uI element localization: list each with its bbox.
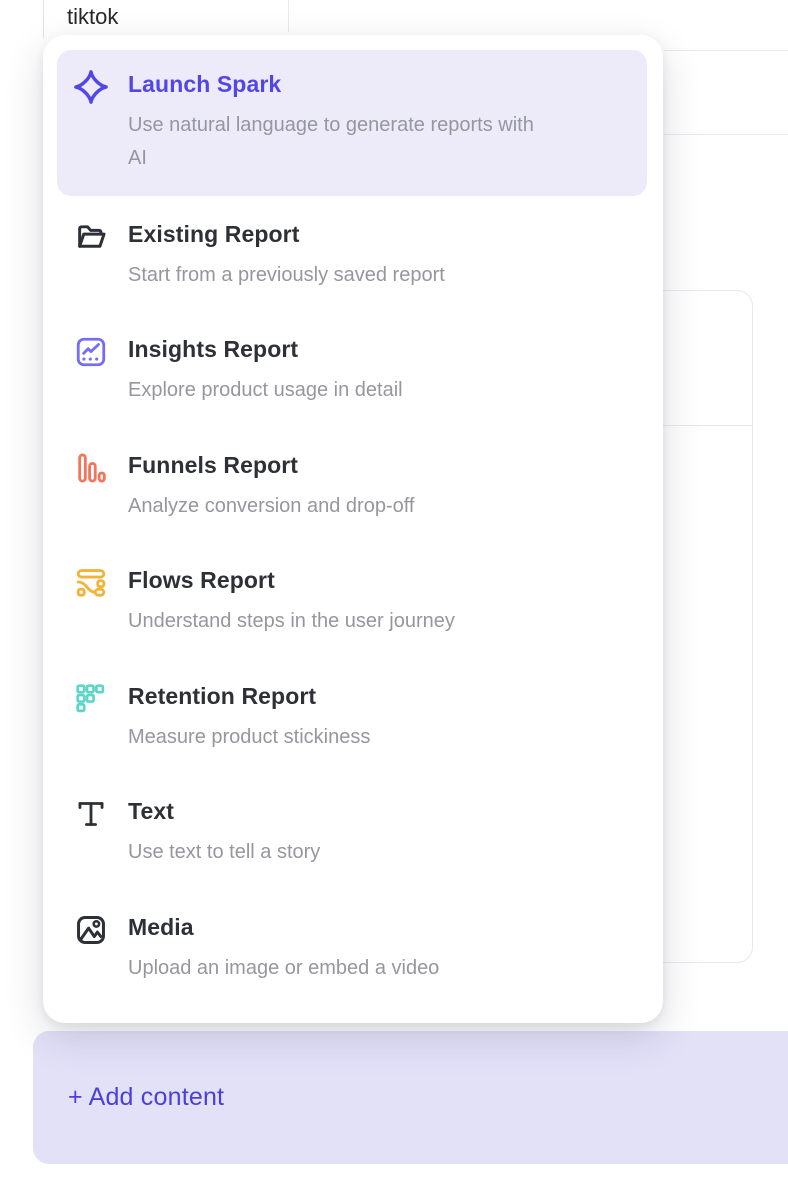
menu-item-title: Text bbox=[128, 796, 320, 826]
insights-chart-icon bbox=[73, 334, 109, 370]
menu-item-launch-spark[interactable]: Launch Spark Use natural language to gen… bbox=[73, 69, 645, 175]
menu-item-funnels-report[interactable]: Funnels Report Analyze conversion and dr… bbox=[73, 450, 645, 523]
background-column-border-2 bbox=[288, 0, 289, 32]
text-icon bbox=[73, 796, 109, 832]
menu-item-subtitle: Analyze conversion and drop-off bbox=[128, 490, 414, 523]
add-content-menu: Launch Spark Use natural language to gen… bbox=[43, 35, 663, 1023]
menu-item-subtitle: Upload an image or embed a video bbox=[128, 952, 439, 985]
menu-item-media[interactable]: Media Upload an image or embed a video bbox=[73, 912, 645, 985]
background-cell-text: tiktok bbox=[67, 2, 118, 32]
menu-item-title: Insights Report bbox=[128, 334, 403, 364]
menu-item-title: Launch Spark bbox=[128, 69, 534, 99]
menu-item-subtitle: Start from a previously saved report bbox=[128, 259, 445, 292]
add-content-button[interactable]: + Add content bbox=[33, 1031, 788, 1164]
flows-icon bbox=[73, 565, 109, 601]
background-column-border bbox=[43, 0, 44, 38]
add-content-label: + Add content bbox=[68, 1083, 224, 1112]
menu-item-subtitle: Use text to tell a story bbox=[128, 836, 320, 869]
menu-item-title: Flows Report bbox=[128, 565, 455, 595]
menu-item-subtitle: Understand steps in the user journey bbox=[128, 605, 455, 638]
media-image-icon bbox=[73, 912, 109, 948]
background-row-border-1 bbox=[664, 50, 788, 51]
menu-item-insights-report[interactable]: Insights Report Explore product usage in… bbox=[73, 334, 645, 407]
retention-grid-icon bbox=[73, 681, 109, 717]
menu-item-title: Funnels Report bbox=[128, 450, 414, 480]
menu-item-title: Retention Report bbox=[128, 681, 370, 711]
spark-icon bbox=[73, 69, 109, 105]
funnel-bars-icon bbox=[73, 450, 109, 486]
menu-item-retention-report[interactable]: Retention Report Measure product stickin… bbox=[73, 681, 645, 754]
menu-item-flows-report[interactable]: Flows Report Understand steps in the use… bbox=[73, 565, 645, 638]
menu-item-subtitle: Use natural language to generate reports… bbox=[128, 109, 534, 175]
menu-item-existing-report[interactable]: Existing Report Start from a previously … bbox=[73, 219, 645, 292]
menu-item-text[interactable]: Text Use text to tell a story bbox=[73, 796, 645, 869]
background-row-border-2 bbox=[664, 134, 788, 135]
menu-item-title: Existing Report bbox=[128, 219, 445, 249]
menu-item-subtitle: Explore product usage in detail bbox=[128, 374, 403, 407]
menu-item-subtitle: Measure product stickiness bbox=[128, 721, 370, 754]
folder-open-icon bbox=[73, 219, 109, 255]
menu-item-title: Media bbox=[128, 912, 439, 942]
